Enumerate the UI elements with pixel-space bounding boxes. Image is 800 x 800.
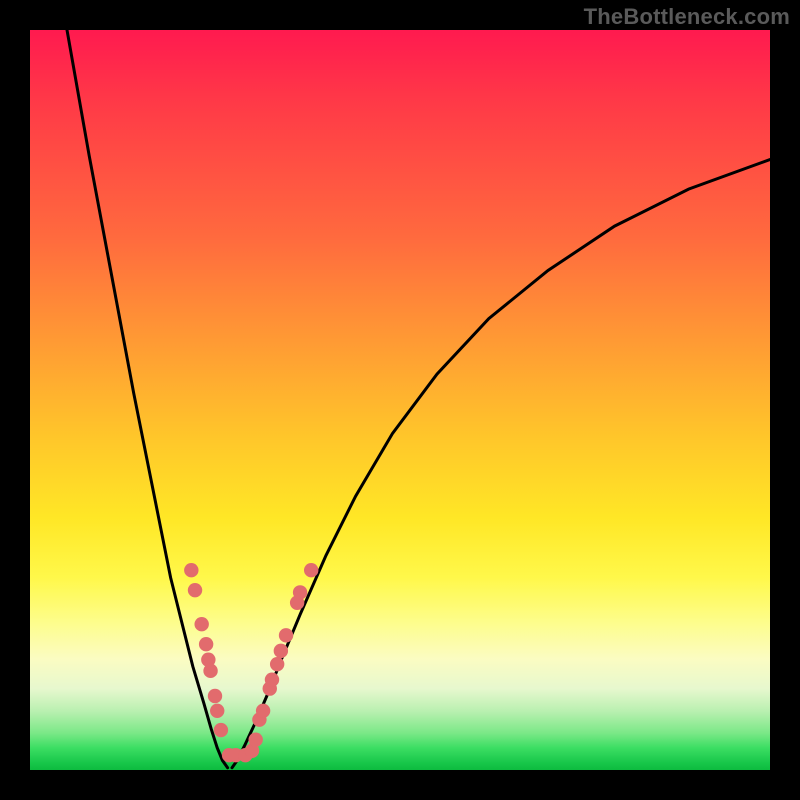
marker-dot (188, 583, 202, 597)
curve-right-branch (232, 160, 770, 768)
marker-dot (210, 704, 224, 718)
marker-dot (265, 673, 279, 687)
marker-dot (256, 704, 270, 718)
curve-layer (30, 30, 770, 770)
marker-dot (293, 585, 307, 599)
marker-dot (249, 732, 263, 746)
marker-dot (199, 637, 213, 651)
marker-dot (184, 563, 198, 577)
marker-dot (203, 664, 217, 678)
plot-area (30, 30, 770, 770)
marker-dot (279, 628, 293, 642)
marker-dot (194, 617, 208, 631)
chart-frame: TheBottleneck.com (0, 0, 800, 800)
curve-paths (67, 30, 770, 768)
marker-dot (270, 657, 284, 671)
marker-dot (304, 563, 318, 577)
marker-dot (274, 644, 288, 658)
watermark-text: TheBottleneck.com (584, 4, 790, 30)
marker-dot (214, 723, 228, 737)
marker-dot (208, 689, 222, 703)
